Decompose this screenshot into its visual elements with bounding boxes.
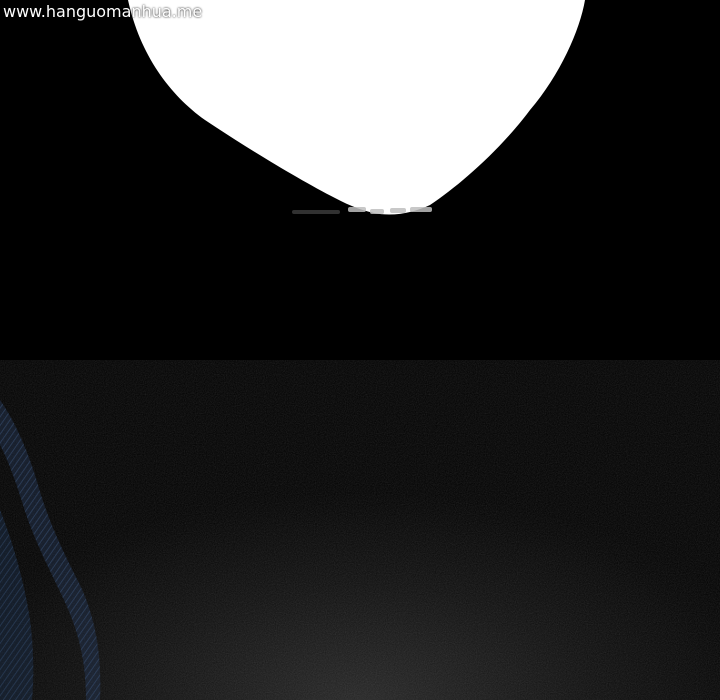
comic-panel: www.hanguomanhua.me (0, 0, 720, 700)
speech-bubble (128, 0, 585, 215)
watermark-text: www.hanguomanhua.me (3, 2, 203, 21)
bubble-tail-blur (292, 207, 432, 214)
dark-figure-silhouette (0, 400, 101, 700)
